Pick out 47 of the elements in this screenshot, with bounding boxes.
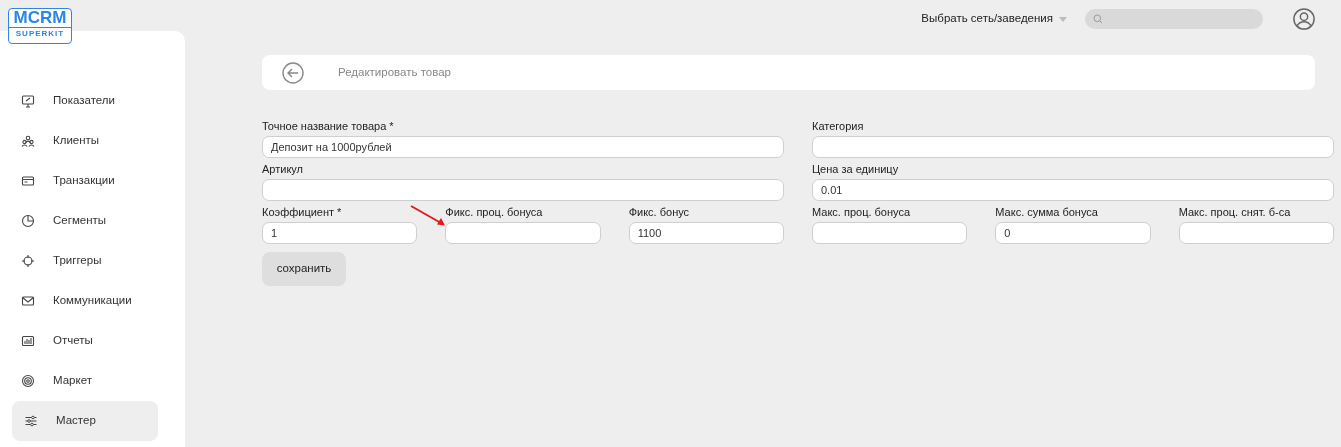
page-title: Редактировать товар: [338, 64, 451, 80]
network-dropdown[interactable]: Выбрать сеть/заведения: [921, 10, 1067, 28]
input-field[interactable]: [262, 179, 784, 201]
sidebar-item[interactable]: Коммуникации: [12, 281, 158, 321]
sidebar-item[interactable]: Транзакции: [12, 161, 158, 201]
sidebar-item[interactable]: Показатели: [12, 81, 158, 121]
field-label: Макс. сумма бонуса: [995, 205, 1099, 219]
people-icon: [21, 134, 35, 148]
input-field[interactable]: 0.01: [812, 179, 1334, 201]
input-field[interactable]: [445, 222, 601, 244]
field-label: Фикс. бонус: [628, 205, 691, 219]
sidebar-item[interactable]: Клиенты: [12, 121, 158, 161]
field-label: Коэффициент *: [262, 205, 343, 219]
field-label: Артикул: [262, 162, 304, 176]
field-label: Макс. проц. бонуса: [812, 205, 912, 219]
sidebar-item[interactable]: Маркет: [12, 361, 158, 401]
field-label: Цена за единицу: [812, 162, 900, 176]
target-icon: [21, 374, 35, 388]
sidebar-item[interactable]: Триггеры: [12, 241, 158, 281]
crosshair-icon: [21, 254, 35, 268]
logo: MCRM SUPERKIT: [8, 8, 72, 44]
field-label: Категория: [812, 119, 865, 133]
sliders-icon: [24, 414, 38, 428]
input-field[interactable]: 0: [995, 222, 1151, 244]
user-avatar-icon[interactable]: [1293, 8, 1315, 30]
input-field[interactable]: [812, 136, 1334, 158]
field-label: Точное название товара *: [262, 119, 395, 133]
input-field[interactable]: [812, 222, 968, 244]
annotation-arrow: [410, 205, 446, 226]
field-label: Макс. проц. снят. б-са: [1178, 205, 1292, 219]
sidebar-item[interactable]: Мастер: [12, 401, 158, 441]
search-field[interactable]: [1085, 9, 1263, 29]
input-field[interactable]: 1100: [628, 222, 784, 244]
monitor-icon: [21, 94, 35, 108]
sidebar-item[interactable]: Сегменты: [12, 201, 158, 241]
caret-icon: [1059, 16, 1067, 22]
input-field[interactable]: Депозит на 1000рублей: [262, 136, 784, 158]
input-field[interactable]: 1: [262, 222, 418, 244]
pie-chart-icon: [21, 214, 35, 228]
card-icon: [21, 174, 35, 188]
envelope-icon: [21, 294, 35, 308]
search-icon: [1093, 14, 1103, 24]
save-button[interactable]: сохранить: [262, 252, 346, 286]
sidebar-item[interactable]: Отчеты: [12, 321, 158, 361]
bar-chart-icon: [21, 334, 35, 348]
field-label: Фикс. проц. бонуса: [445, 205, 544, 219]
input-field[interactable]: [1178, 222, 1334, 244]
